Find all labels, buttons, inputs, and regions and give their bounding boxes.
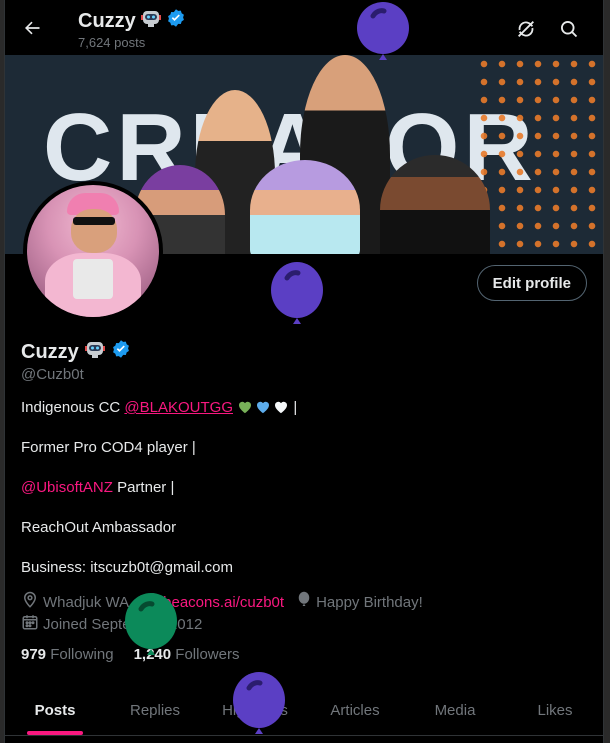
tab-replies[interactable]: Replies (105, 686, 205, 735)
bio-text: Partner | (112, 479, 175, 496)
search-icon[interactable] (557, 17, 581, 41)
tab-likes[interactable]: Likes (505, 686, 603, 735)
sync-icon[interactable] (514, 17, 538, 41)
balloon-icon (231, 672, 287, 743)
profile-page: Cuzzy 7,624 posts CREATOR Edit profile C… (4, 0, 604, 743)
verified-badge-icon (111, 339, 131, 365)
banner-person (380, 155, 490, 254)
header-title-row: Cuzzy (78, 7, 186, 35)
bio-line-2: Former Pro COD4 player | (21, 439, 196, 456)
location-text: Whadjuk WA (43, 593, 130, 611)
location-item: Whadjuk WA (21, 591, 129, 613)
balloon-icon (355, 2, 411, 67)
bio-line-1: Indigenous CC @BLAKOUTGG | (21, 399, 297, 416)
balloon-icon (296, 591, 312, 613)
profile-name-row: Cuzzy (21, 338, 131, 366)
mention-link[interactable]: @BLAKOUTGG (124, 399, 233, 416)
calendar-icon (21, 613, 39, 635)
bio-line-5: Business: itscuzb0t@gmail.com (21, 559, 233, 576)
profile-meta: Whadjuk WA beacons.ai/cuzb0t Happy Birth… (21, 591, 423, 613)
profile-tabs: Posts Replies Highlights Articles Media … (5, 686, 603, 736)
verified-badge-icon (166, 8, 186, 34)
top-bar: Cuzzy 7,624 posts (5, 0, 603, 55)
website-link[interactable]: beacons.ai/cuzb0t (163, 594, 284, 611)
profile-handle: @Cuzb0t (21, 366, 84, 383)
following-count: 979 (21, 646, 47, 663)
balloon-icon (123, 593, 179, 664)
profile-avatar[interactable] (23, 181, 163, 321)
edit-profile-button[interactable]: Edit profile (476, 265, 587, 301)
banner-person (250, 160, 360, 254)
robot-emoji (140, 7, 162, 35)
location-icon (21, 591, 39, 613)
bio-line-3: @UbisoftANZ Partner | (21, 479, 174, 496)
banner-pattern (475, 55, 603, 254)
tab-posts[interactable]: Posts (5, 686, 105, 735)
balloon-icon (269, 262, 325, 333)
tab-media[interactable]: Media (405, 686, 505, 735)
birthday-text: Happy Birthday! (316, 593, 423, 611)
posts-count: 7,624 posts (78, 35, 146, 50)
mention-link[interactable]: @UbisoftANZ (21, 479, 113, 496)
bio-line-4: ReachOut Ambassador (21, 519, 177, 536)
following-label: Following (50, 646, 114, 663)
tab-articles[interactable]: Articles (305, 686, 405, 735)
bio-text: | (289, 399, 298, 416)
avatar-image (27, 185, 159, 317)
back-arrow-icon[interactable] (19, 15, 45, 41)
following-link[interactable]: 979 Following (21, 646, 114, 663)
birthday-item: Happy Birthday! (296, 591, 423, 613)
bio-text: Indigenous CC (21, 399, 125, 416)
heart-icons (237, 399, 289, 414)
header-title: Cuzzy (78, 9, 136, 32)
profile-name: Cuzzy (21, 340, 79, 363)
robot-emoji (84, 338, 106, 366)
followers-label: Followers (175, 646, 240, 663)
